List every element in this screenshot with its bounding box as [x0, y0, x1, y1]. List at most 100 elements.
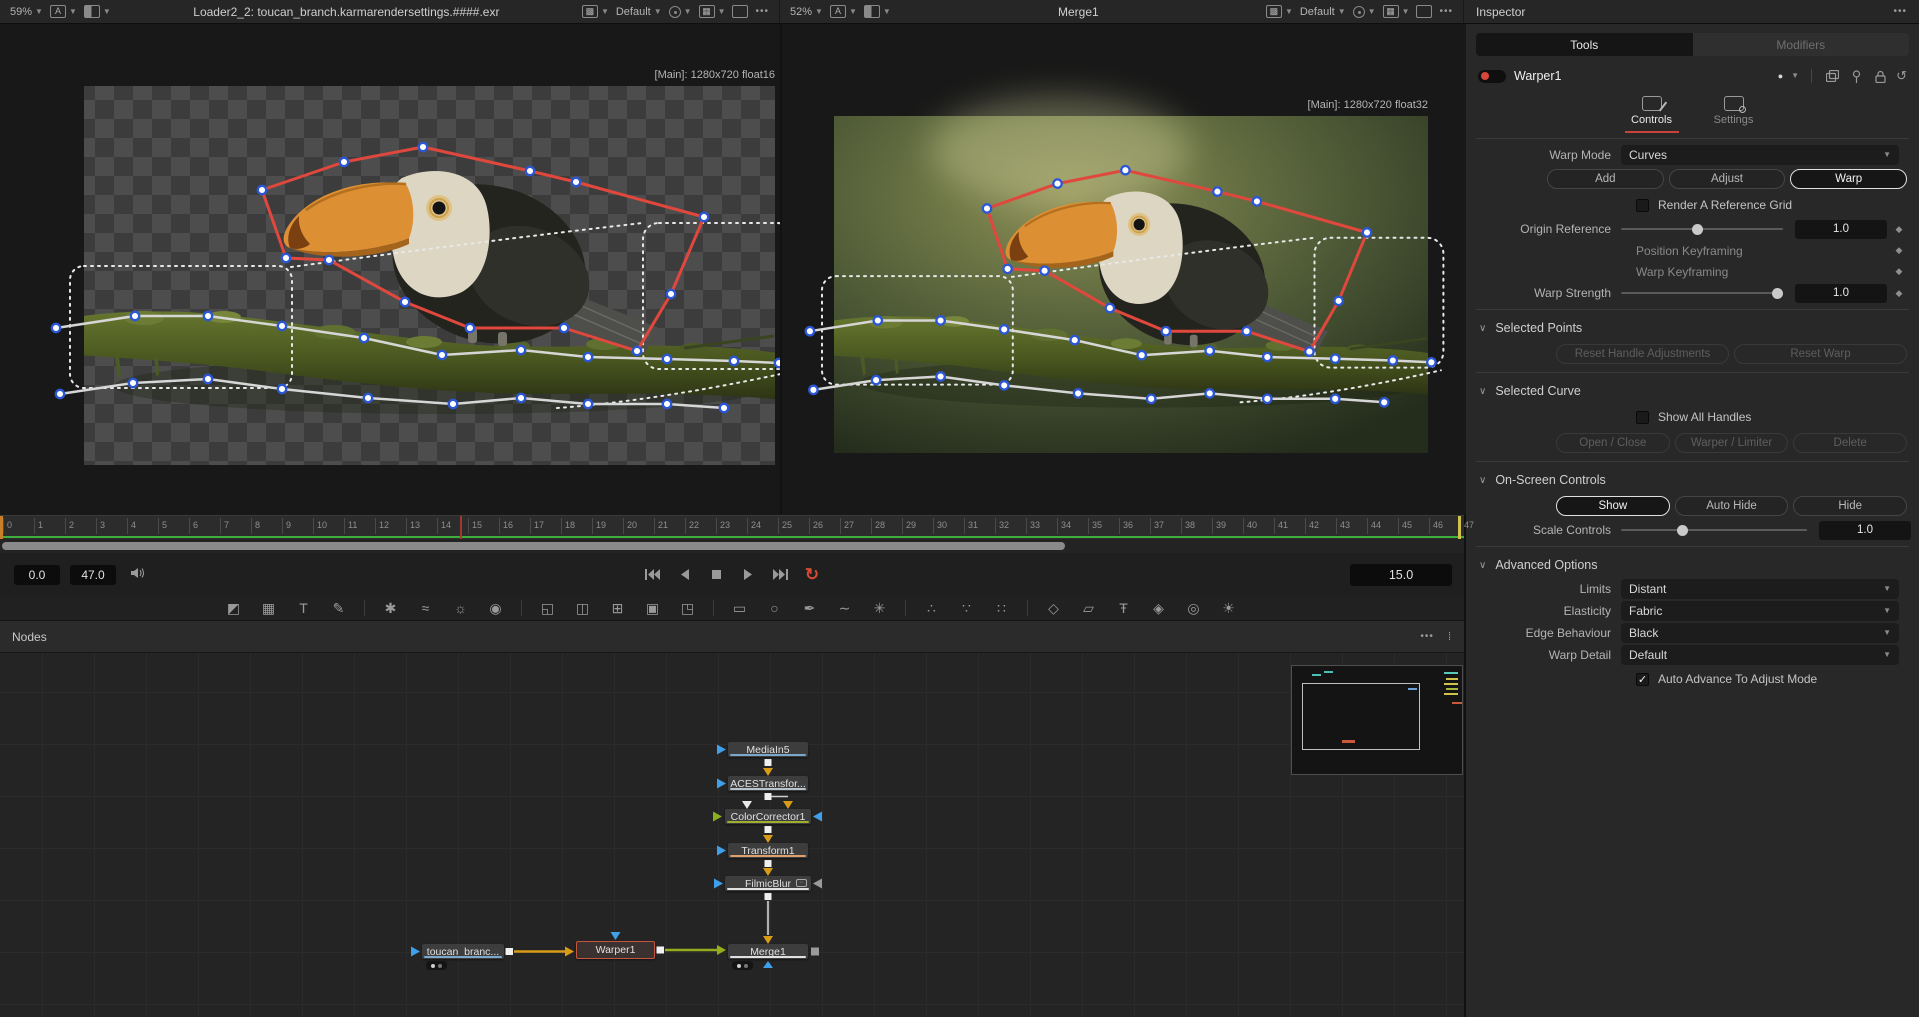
warp-point[interactable] [667, 290, 675, 298]
keyframe-diamond-icon[interactable]: ◆ [1887, 288, 1911, 299]
warp-button[interactable]: Warp [1790, 169, 1907, 189]
right-zoom-select[interactable]: 52%▼ [790, 6, 823, 18]
transform-icon[interactable]: ◱ [537, 598, 558, 618]
warp-point[interactable] [1263, 353, 1271, 361]
right-split-select[interactable]: ▼ [864, 5, 891, 18]
warp-point[interactable] [517, 394, 525, 402]
tab-controls[interactable]: Controls [1625, 96, 1679, 133]
warp-point[interactable] [584, 353, 592, 361]
right-fit-button[interactable] [1416, 5, 1432, 18]
warp-point[interactable] [1121, 166, 1129, 174]
tab-settings[interactable]: Settings [1707, 96, 1761, 133]
warp-point[interactable] [52, 324, 60, 332]
auto-hide-button[interactable]: Auto Hide [1675, 496, 1789, 516]
edge-behaviour-select[interactable]: Black▼ [1621, 623, 1899, 643]
warp-point[interactable] [872, 376, 880, 384]
warp-point[interactable] [572, 178, 580, 186]
left-grid-select[interactable]: ▦▼ [699, 5, 726, 18]
warp-point[interactable] [1427, 358, 1435, 366]
warp-point[interactable] [700, 213, 708, 221]
warp-point[interactable] [1071, 336, 1079, 344]
inspector-options-button[interactable]: ••• [1893, 6, 1907, 17]
warp-point[interactable] [1389, 356, 1397, 364]
warp-point[interactable] [1331, 355, 1339, 363]
color-curves-icon[interactable]: ≈ [415, 598, 436, 618]
scale-controls-value[interactable]: 1.0 [1819, 521, 1911, 540]
left-buffer-select[interactable]: A▼ [50, 5, 77, 18]
warp-point[interactable] [1242, 327, 1250, 335]
warp-point[interactable] [1206, 347, 1214, 355]
warp-point[interactable] [1380, 398, 1388, 406]
warp-point[interactable] [874, 316, 882, 324]
particle-merge-icon[interactable]: ∵ [956, 598, 977, 618]
left-split-select[interactable]: ▼ [84, 5, 111, 18]
warp-point[interactable] [419, 143, 427, 151]
warp-point[interactable] [1138, 351, 1146, 359]
channel-booleans-icon[interactable]: ⊞ [607, 598, 628, 618]
warp-point[interactable] [1206, 389, 1214, 397]
hide-button[interactable]: Hide [1793, 496, 1907, 516]
section-advanced-options[interactable]: ∨Advanced Options [1466, 552, 1919, 578]
warp-point[interactable] [1000, 325, 1008, 333]
camera-3d-icon[interactable]: ◎ [1183, 598, 1204, 618]
add-button[interactable]: Add [1547, 169, 1664, 189]
particles-icon[interactable]: ✱ [380, 598, 401, 618]
pin-icon[interactable] [1848, 70, 1864, 83]
warp-point[interactable] [449, 400, 457, 408]
warp-point[interactable] [1040, 267, 1048, 275]
loop-button[interactable]: ↻ [803, 568, 821, 582]
warp-point[interactable] [1253, 197, 1261, 205]
merge-icon[interactable]: ◫ [572, 598, 593, 618]
reset-warp-button[interactable]: Reset Warp [1734, 344, 1907, 364]
playhead[interactable] [460, 516, 462, 540]
left-viewer[interactable]: [Main]: 1280x720 float16 [0, 24, 780, 515]
warp-mode-select[interactable]: Curves▼ [1621, 145, 1899, 165]
right-grid-select[interactable]: ▦▼ [1383, 5, 1410, 18]
matte-control-icon[interactable]: ▣ [642, 598, 663, 618]
minimap-viewport[interactable] [1302, 683, 1420, 750]
warp-point[interactable] [1053, 179, 1061, 187]
scale-controls-slider[interactable] [1621, 529, 1807, 531]
timeline-scroll-thumb[interactable] [2, 542, 1065, 550]
play-reverse-button[interactable] [675, 568, 693, 582]
keyframe-diamond-icon[interactable]: ◆ [1887, 245, 1911, 256]
warp-point[interactable] [560, 324, 568, 332]
wand-mask-icon[interactable]: ✳ [869, 598, 890, 618]
origin-reference-value[interactable]: 1.0 [1795, 220, 1887, 239]
node-ColorCorrector1[interactable]: ColorCorrector1 [725, 809, 811, 824]
range-end-field[interactable]: 47.0 [70, 565, 116, 585]
particle-emitter-icon[interactable]: ∴ [921, 598, 942, 618]
time-ruler[interactable]: 0123456789101112131415161718192021222324… [0, 515, 1464, 539]
delete-button[interactable]: Delete [1793, 433, 1907, 453]
warp-point[interactable] [364, 394, 372, 402]
warp-point[interactable] [720, 404, 728, 412]
warp-point[interactable] [1162, 327, 1170, 335]
auto-advance-checkbox[interactable]: ✓ [1636, 673, 1649, 686]
particle-render-icon[interactable]: ∷ [991, 598, 1012, 618]
warp-point[interactable] [809, 386, 817, 394]
right-viewer-options-button[interactable]: ••• [1439, 6, 1453, 17]
warp-point[interactable] [282, 254, 290, 262]
shape-3d-icon[interactable]: ◇ [1043, 598, 1064, 618]
warp-point[interactable] [360, 334, 368, 342]
warp-point[interactable] [1147, 395, 1155, 403]
section-onscreen-controls[interactable]: ∨On-Screen Controls [1466, 467, 1919, 493]
warp-point[interactable] [1331, 395, 1339, 403]
node-enable-toggle[interactable] [1478, 70, 1506, 83]
warp-point[interactable] [1000, 381, 1008, 389]
warp-point[interactable] [1263, 395, 1271, 403]
warp-point[interactable] [936, 372, 944, 380]
left-dither-select[interactable]: ▩▼ [582, 5, 609, 18]
warp-point[interactable] [663, 355, 671, 363]
go-to-end-button[interactable] [771, 568, 789, 582]
origin-reference-slider[interactable] [1621, 228, 1783, 230]
right-lut-select[interactable]: Default▼ [1300, 6, 1346, 18]
warp-point[interactable] [1074, 389, 1082, 397]
left-lut-select[interactable]: Default▼ [616, 6, 662, 18]
left-viewer-options-button[interactable]: ••• [755, 6, 769, 17]
warp-point[interactable] [633, 347, 641, 355]
tab-modifiers[interactable]: Modifiers [1693, 33, 1910, 56]
color-gain-icon[interactable]: ◳ [677, 598, 698, 618]
lock-icon[interactable] [1872, 70, 1888, 83]
open-close-button[interactable]: Open / Close [1556, 433, 1670, 453]
